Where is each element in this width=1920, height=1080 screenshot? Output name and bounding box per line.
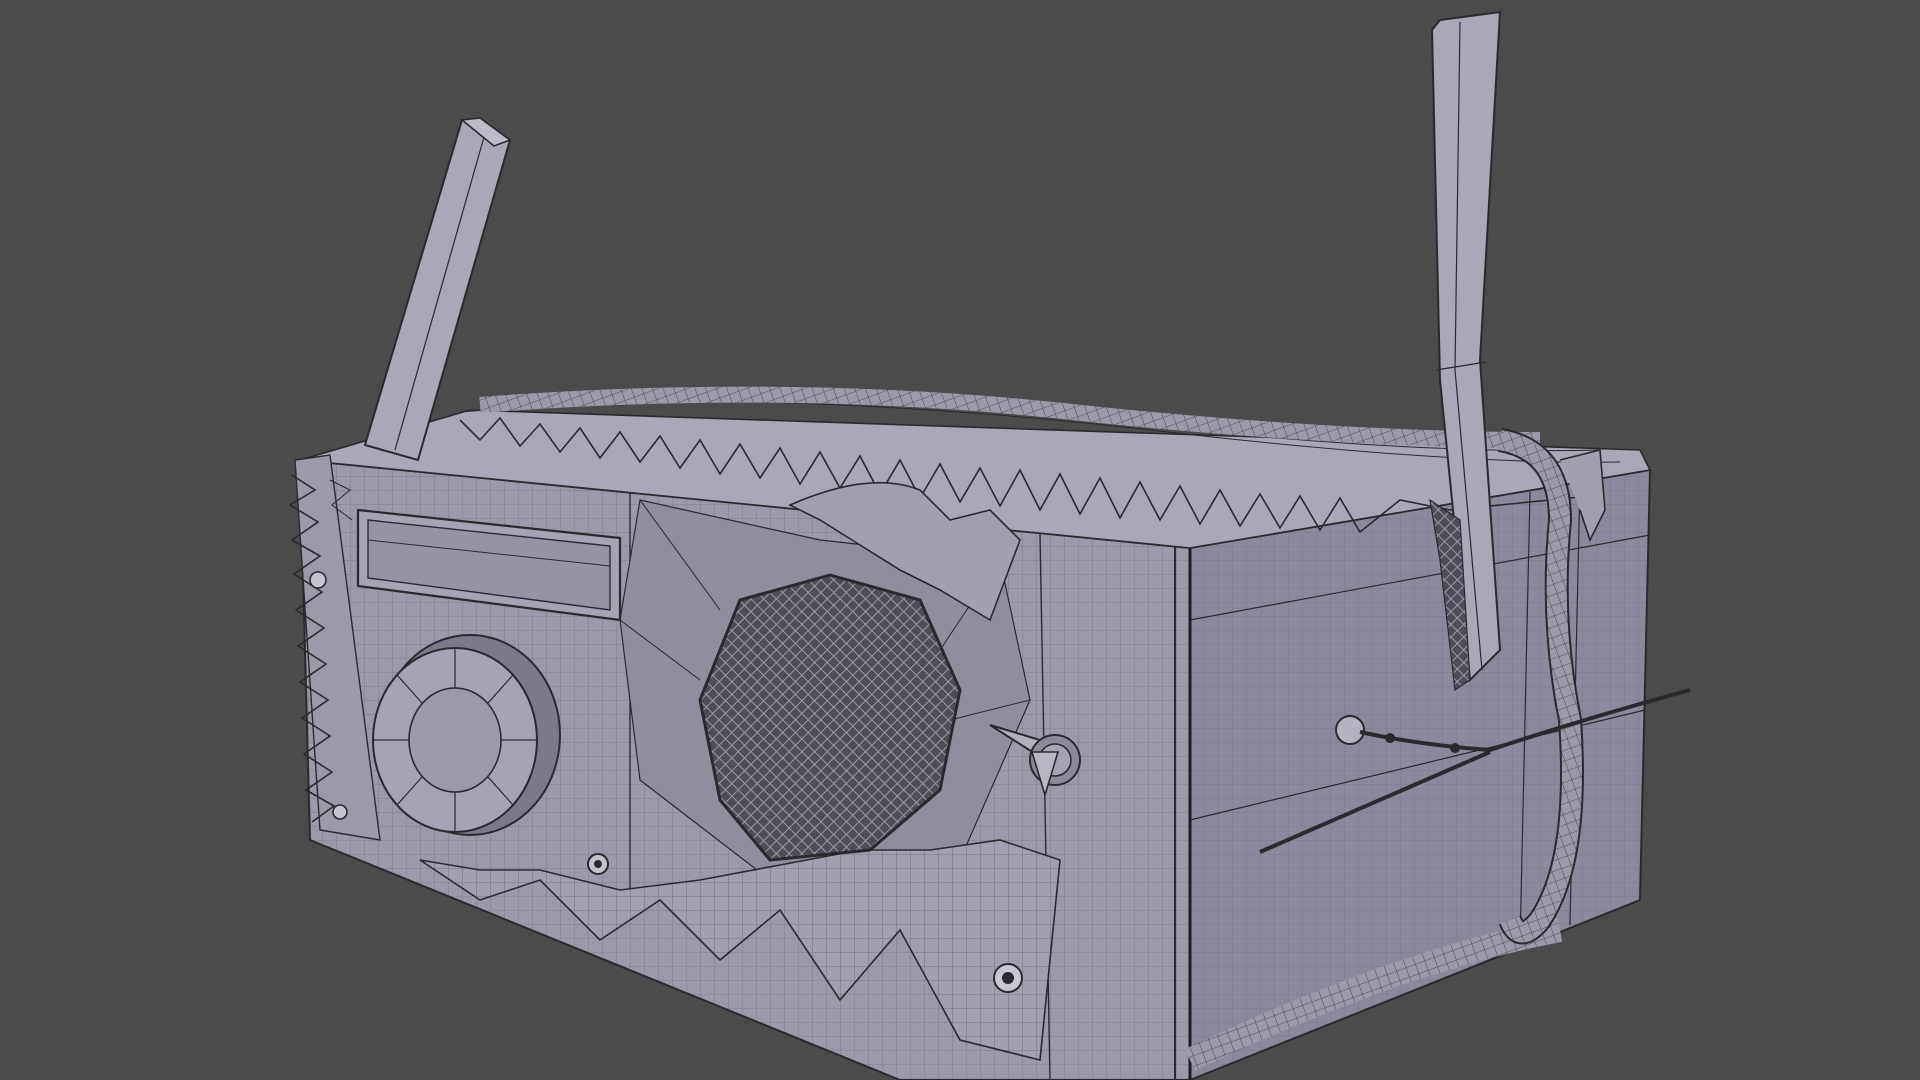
3d-viewport[interactable]: [0, 0, 1920, 1080]
screw-icon: [332, 804, 348, 820]
screw-icon: [587, 853, 609, 875]
radio-model-scene: [288, 10, 1691, 1080]
screw-icon: [309, 571, 327, 589]
